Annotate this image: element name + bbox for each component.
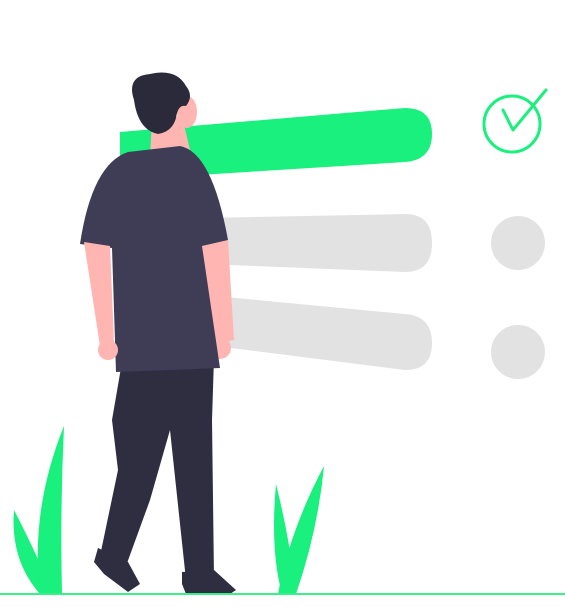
progress-bar-pending-1 (205, 214, 432, 272)
circle-icon (491, 216, 545, 270)
checklist-markers (482, 88, 548, 379)
check-circle-icon (482, 88, 548, 154)
circle-icon (491, 325, 545, 379)
checklist-illustration (0, 0, 565, 614)
progress-bar-pending-2 (215, 296, 432, 370)
illustration-canvas (0, 72, 565, 595)
grass-icon (13, 426, 324, 594)
